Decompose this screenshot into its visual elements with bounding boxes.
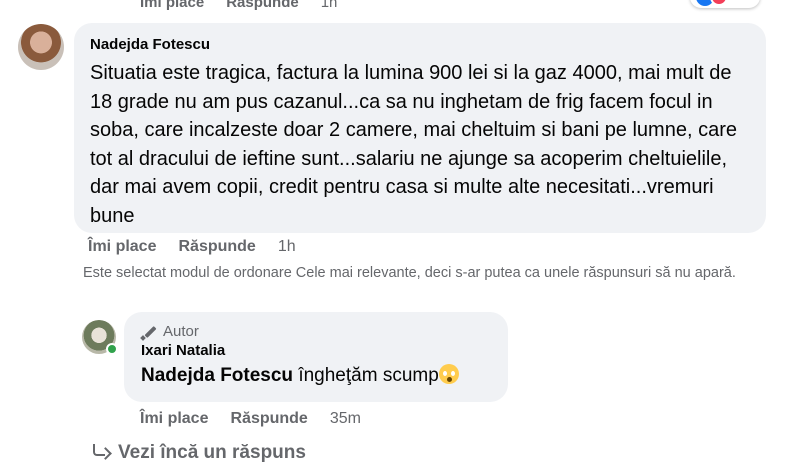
reply-arrow-icon [90, 443, 110, 463]
avatar[interactable] [18, 24, 64, 70]
mention-link[interactable]: Nadejda Fotescu [141, 365, 293, 386]
like-button[interactable]: Îmi place [140, 410, 208, 428]
like-button[interactable]: Îmi place [140, 0, 204, 11]
sorting-notice: Este selectat modul de ordonare Cele mai… [83, 265, 736, 281]
reply-button[interactable]: Răspunde [226, 0, 299, 11]
author-badge: Autor [141, 322, 491, 342]
author-badge-label: Autor [163, 323, 199, 340]
reply-author[interactable]: Ixari Natalia [141, 342, 491, 360]
love-reaction-icon [710, 0, 728, 6]
reply-button[interactable]: Răspunde [178, 238, 255, 256]
online-status-icon [106, 343, 118, 355]
pencil-icon [141, 324, 157, 340]
comment-actions: Îmi place Răspunde 1h [88, 238, 296, 256]
reply-text: Nadejda Fotescu îngheţăm scump [141, 363, 491, 389]
previous-comment-actions: Îmi place Răspunde 1h [140, 0, 337, 11]
timestamp[interactable]: 35m [330, 410, 361, 428]
reply-button[interactable]: Răspunde [230, 410, 307, 428]
reply-bubble: Autor Ixari Natalia Nadejda Fotescu îngh… [124, 312, 508, 402]
comment-text: Situatia este tragica, factura la lumina… [90, 62, 737, 227]
reactions-summary[interactable] [690, 0, 760, 8]
view-more-replies-button[interactable]: Vezi încă un răspuns [90, 442, 306, 464]
reply-actions: Îmi place Răspunde 35m [140, 410, 361, 428]
comment-author[interactable]: Nadejda Fotescu [90, 36, 750, 54]
like-button[interactable]: Îmi place [88, 238, 156, 256]
timestamp[interactable]: 1h [321, 0, 338, 11]
reply-body: îngheţăm scump [293, 365, 439, 386]
view-more-replies-label: Vezi încă un răspuns [118, 442, 306, 463]
timestamp[interactable]: 1h [278, 238, 296, 256]
flushed-face-icon [438, 364, 459, 384]
comment-bubble: Nadejda Fotescu Situatia este tragica, f… [74, 23, 766, 233]
